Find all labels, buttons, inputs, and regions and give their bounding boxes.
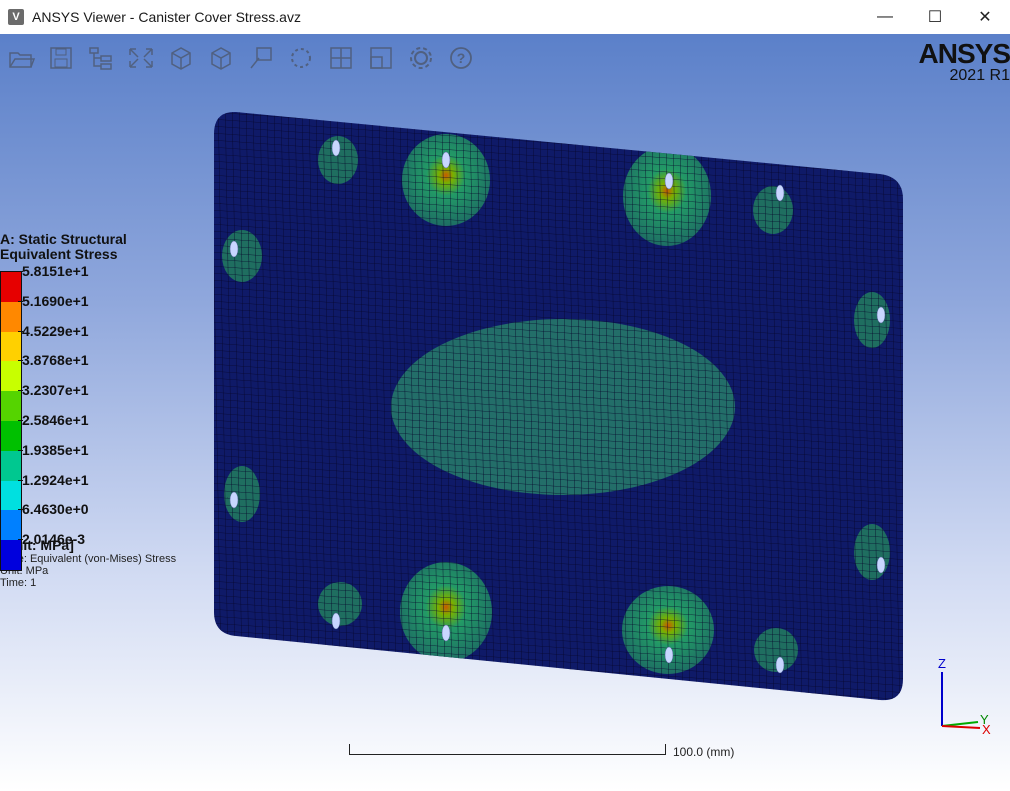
bolt-hole bbox=[331, 139, 341, 157]
legend-tick-label: 4.5229e+1 bbox=[18, 322, 89, 339]
z-axis-label: Z bbox=[938, 656, 946, 671]
title-bar: V ANSYS Viewer - Canister Cover Stress.a… bbox=[0, 0, 1010, 34]
scale-bar-line bbox=[349, 744, 666, 755]
legend-color-band bbox=[1, 331, 21, 362]
bolt-hole bbox=[229, 491, 239, 509]
maximize-button[interactable]: ☐ bbox=[910, 0, 960, 34]
bolt-hole bbox=[331, 612, 341, 630]
legend-color-band bbox=[1, 480, 21, 511]
legend-time: Time: 1 bbox=[0, 577, 37, 589]
iso-view-icon[interactable] bbox=[164, 42, 198, 74]
svg-text:?: ? bbox=[457, 50, 466, 66]
bolt-hole bbox=[876, 306, 886, 324]
window-title: ANSYS Viewer - Canister Cover Stress.avz bbox=[32, 9, 301, 25]
bolt-hole bbox=[441, 151, 451, 169]
legend-tick-label: 5.1690e+1 bbox=[18, 292, 89, 309]
logo-version: 2021 R1 bbox=[949, 67, 1010, 84]
legend-type: Type: Equivalent (von-Mises) Stress bbox=[0, 553, 177, 565]
probe-icon[interactable] bbox=[244, 42, 278, 74]
bolt-hole bbox=[664, 172, 674, 190]
legend-scale: 5.8151e+1 5.1690e+1 4.5229e+1 3.8768e+1 3.23… bbox=[0, 263, 176, 571]
legend-color-band bbox=[1, 540, 21, 570]
legend-color-band bbox=[1, 272, 21, 302]
bolt-hole bbox=[876, 556, 886, 574]
app-icon: V bbox=[8, 9, 24, 25]
box-view-icon[interactable] bbox=[204, 42, 238, 74]
axis-triad: Z Y X bbox=[938, 656, 991, 734]
legend-tick-label: 3.2307e+1 bbox=[18, 382, 89, 399]
legend-color-band bbox=[1, 361, 21, 392]
ansys-logo: ANSYS 2021 R1 bbox=[919, 40, 1010, 84]
x-axis-label: X bbox=[982, 722, 991, 734]
legend-subtitle: Equivalent Stress bbox=[0, 246, 118, 262]
legend-tick-label: 1.9385e+1 bbox=[18, 441, 89, 458]
legend-tick-label: 6.4630e+0 bbox=[18, 501, 89, 518]
toolbar: ? bbox=[4, 42, 478, 74]
bolt-hole bbox=[775, 184, 785, 202]
bolt-hole bbox=[229, 240, 239, 258]
help-icon[interactable]: ? bbox=[444, 42, 478, 74]
bolt-hole bbox=[775, 656, 785, 674]
rotate-icon[interactable] bbox=[284, 42, 318, 74]
legend: A: Static Structural Equivalent Stress 5… bbox=[0, 232, 176, 589]
bolt-hole bbox=[441, 624, 451, 642]
legend-color-band bbox=[1, 450, 21, 481]
grid-view-icon[interactable] bbox=[324, 42, 358, 74]
window-icon[interactable] bbox=[364, 42, 398, 74]
bolt-hole bbox=[664, 646, 674, 664]
tree-icon[interactable] bbox=[84, 42, 118, 74]
legend-title: A: Static Structural bbox=[0, 231, 127, 247]
legend-color-band bbox=[1, 510, 21, 541]
close-button[interactable]: ✕ bbox=[960, 0, 1010, 34]
legend-tick-label: 2.5846e+1 bbox=[18, 412, 89, 428]
fit-icon[interactable] bbox=[124, 42, 158, 74]
scale-bar-label: 100.0 (mm) bbox=[673, 745, 735, 759]
minimize-button[interactable]: — bbox=[860, 0, 910, 34]
logo-brand: ANSYS bbox=[918, 38, 1010, 69]
open-icon[interactable] bbox=[4, 42, 38, 74]
legend-color-band bbox=[1, 301, 21, 332]
legend-tick-label: 3.8768e+1 bbox=[18, 352, 89, 369]
legend-tick-label: 5.8151e+1 bbox=[18, 263, 89, 279]
scale-bar: 100.0 (mm) bbox=[349, 744, 734, 759]
legend-tick-label: 2.0146e-3 bbox=[17, 531, 86, 548]
settings-icon[interactable] bbox=[404, 42, 438, 74]
legend-unit-line: Unit: MPa bbox=[0, 565, 49, 577]
x-axis-line bbox=[941, 725, 981, 729]
save-icon[interactable] bbox=[44, 42, 78, 74]
legend-tick-label: 1.2924e+1 bbox=[18, 471, 89, 488]
legend-color-band bbox=[1, 420, 21, 451]
graphics-viewport[interactable]: ? ANSYS 2021 R1 A: Static Structural Equ… bbox=[0, 34, 1010, 791]
legend-color-band bbox=[1, 391, 21, 421]
